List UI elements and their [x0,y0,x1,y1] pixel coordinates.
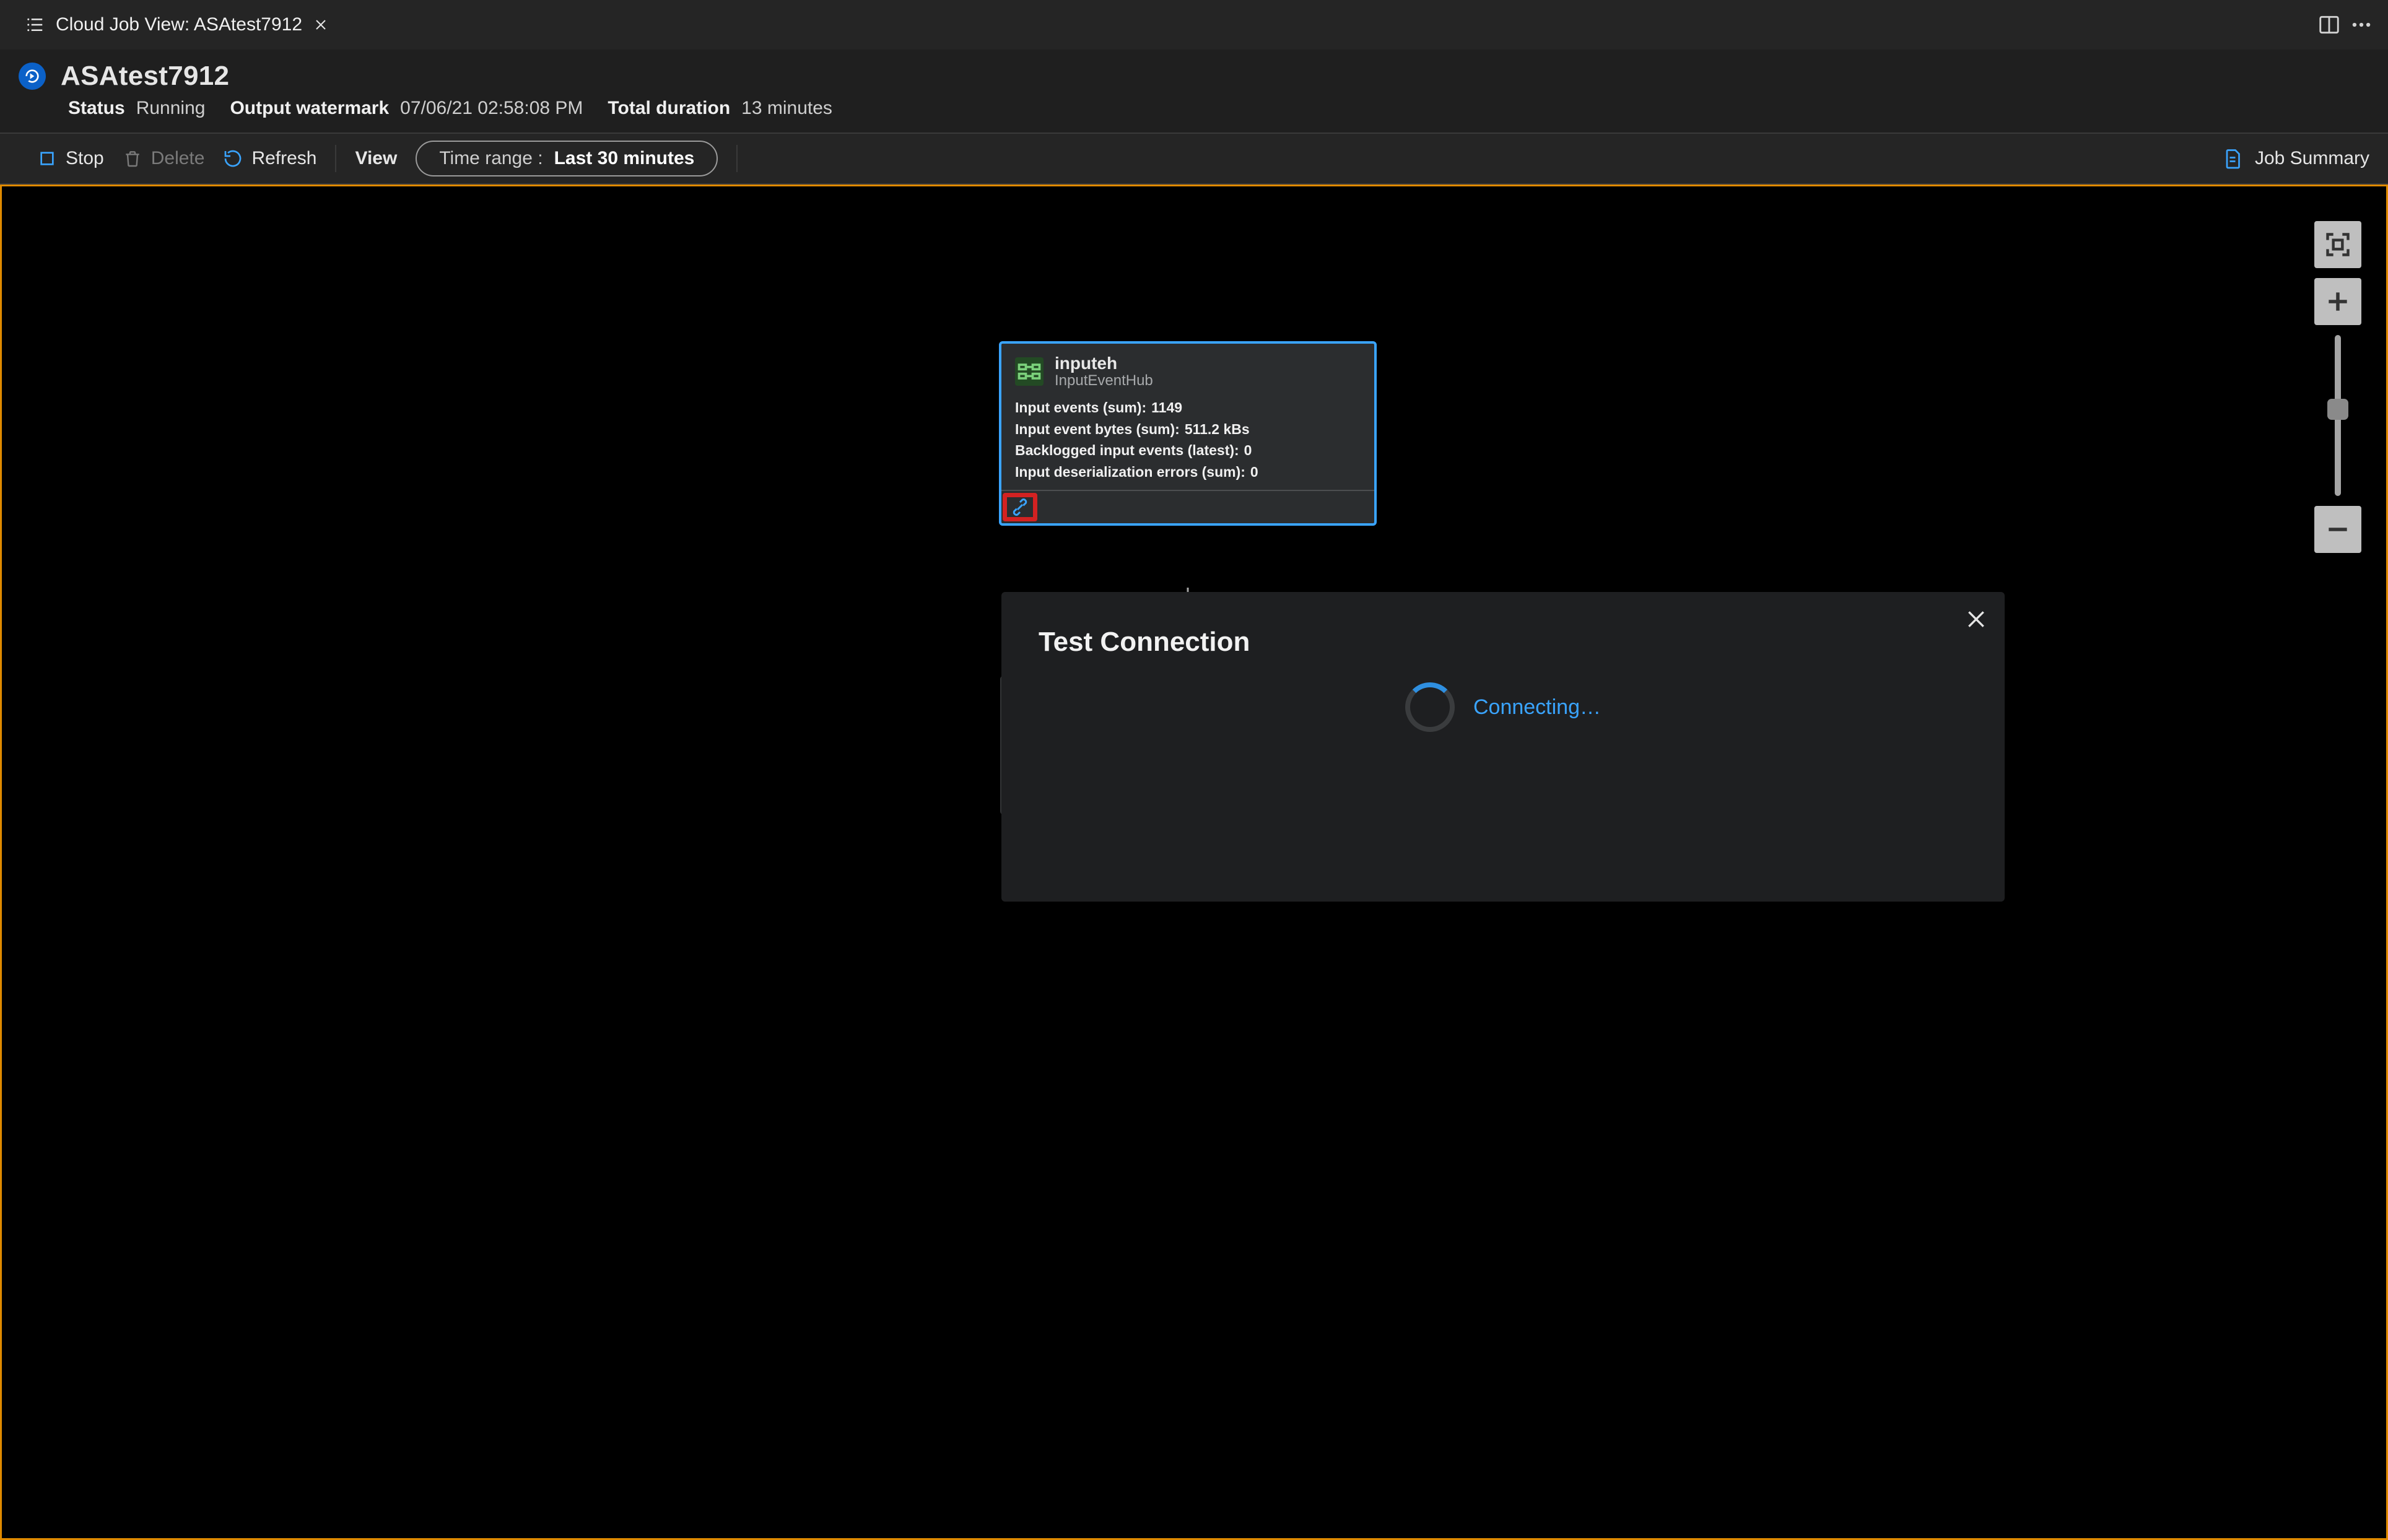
zoom-fit-button[interactable] [2314,221,2361,268]
popup-title: Test Connection [1001,592,2005,664]
more-actions-icon[interactable] [2350,13,2373,37]
tab-title: Cloud Job View: ASAtest7912 [56,14,302,35]
close-popup-button[interactable] [1964,607,1989,632]
close-tab-icon[interactable] [313,17,328,32]
refresh-button[interactable]: Refresh [223,148,316,169]
zoom-in-button[interactable] [2314,278,2361,325]
zoom-out-button[interactable] [2314,506,2361,553]
editor-tab[interactable]: Cloud Job View: ASAtest7912 [15,14,339,35]
view-label: View [355,148,397,169]
input-node-metrics: Input events (sum):1149 Input event byte… [1001,393,1374,490]
job-meta: Status Running Output watermark 07/06/21… [19,98,2369,119]
input-node-subtype: InputEventHub [1055,372,1153,389]
time-range-value: Last 30 minutes [554,148,695,169]
stop-button[interactable]: Stop [37,148,104,169]
zoom-controls [2314,221,2361,553]
zoom-slider[interactable] [2335,335,2341,496]
watermark-value: 07/06/21 02:58:08 PM [400,98,583,119]
stop-label: Stop [66,148,104,169]
duration-label: Total duration [608,98,730,119]
status-value: Running [136,98,206,119]
input-node[interactable]: inputeh InputEventHub Input events (sum)… [999,341,1377,526]
split-editor-icon[interactable] [2317,13,2341,37]
azure-stream-analytics-icon [19,63,46,90]
toolbar-separator [335,145,336,172]
popup-status-text: Connecting… [1473,695,1601,720]
zoom-slider-handle[interactable] [2327,399,2348,420]
duration-value: 13 minutes [741,98,832,119]
input-node-name: inputeh [1055,354,1153,373]
job-header: ASAtest7912 Status Running Output waterm… [0,50,2388,134]
list-icon [26,15,45,34]
job-name: ASAtest7912 [61,61,229,92]
view-button[interactable]: View [355,148,397,169]
time-range-selector[interactable]: Time range : Last 30 minutes [416,141,718,176]
watermark-label: Output watermark [230,98,389,119]
event-hub-icon [1015,357,1044,386]
toolbar: Stop Delete Refresh View Time range : La… [0,134,2388,185]
test-connection-button[interactable] [1003,493,1037,521]
spinner-icon [1405,682,1455,732]
test-connection-popup: Test Connection Connecting… [1001,592,2005,902]
delete-button: Delete [123,148,205,169]
time-range-label: Time range : [439,148,543,169]
job-diagram-canvas[interactable]: inputeh InputEventHub Input events (sum)… [0,185,2388,1540]
status-label: Status [68,98,125,119]
delete-label: Delete [151,148,205,169]
job-summary-button[interactable]: Job Summary [2221,147,2369,170]
refresh-label: Refresh [251,148,316,169]
job-summary-label: Job Summary [2255,148,2369,169]
title-bar: Cloud Job View: ASAtest7912 [0,0,2388,50]
toolbar-separator [736,145,738,172]
